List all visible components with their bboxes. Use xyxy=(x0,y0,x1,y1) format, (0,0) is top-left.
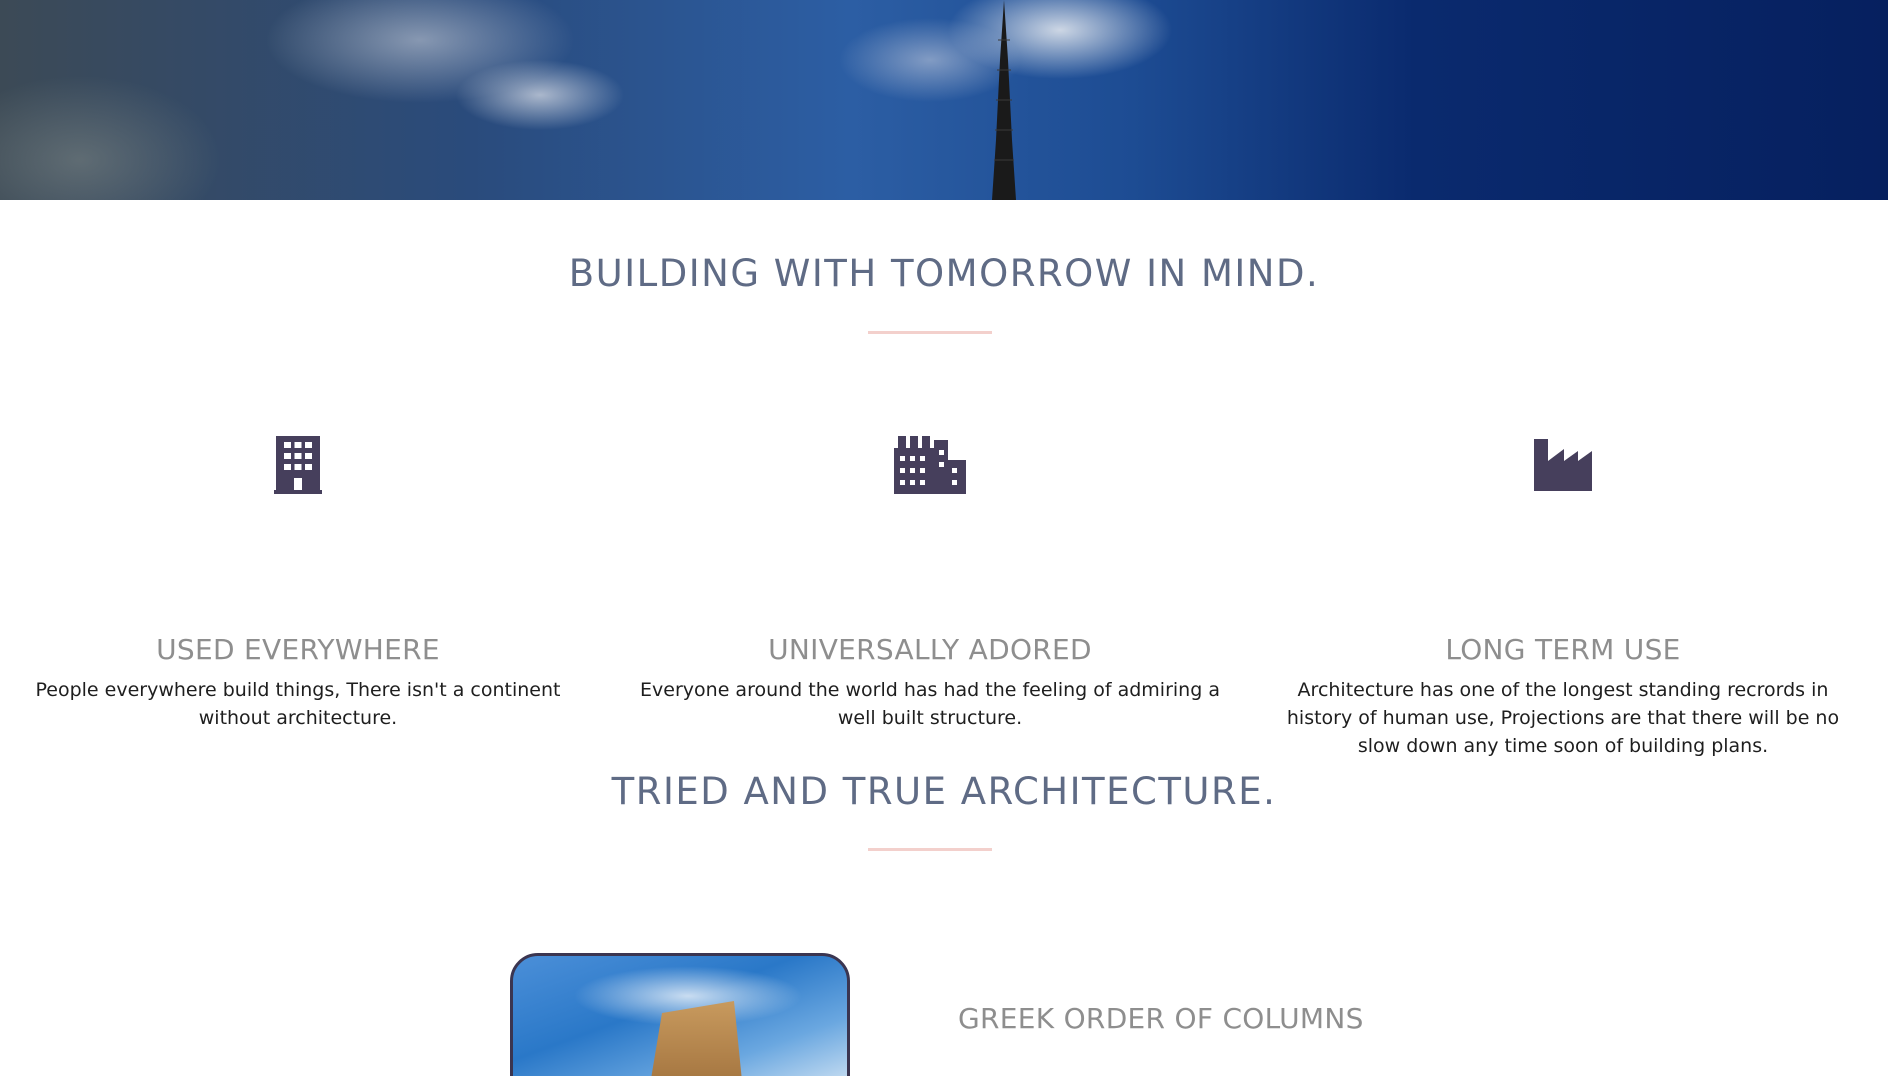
feature-used-everywhere: USED EVERYWHERE People everywhere build … xyxy=(0,430,596,732)
feature-text: Architecture has one of the longest stan… xyxy=(1286,679,1840,757)
spire-image xyxy=(992,0,1016,200)
page: BUILDING WITH TOMORROW IN MIND. USED EVE… xyxy=(0,0,1888,1076)
section-title-building: BUILDING WITH TOMORROW IN MIND. xyxy=(568,252,1320,295)
card-title: GREEK ORDER OF COLUMNS xyxy=(958,1002,1364,1035)
feature-universally-adored: UNIVERSALLY ADORED Everyone around the w… xyxy=(630,430,1230,732)
title-divider xyxy=(868,331,992,334)
city-icon xyxy=(894,436,966,494)
title-divider xyxy=(868,848,992,851)
greek-ruin-photo xyxy=(510,953,850,1076)
building-icon xyxy=(274,436,322,494)
section-title-architecture: TRIED AND TRUE ARCHITECTURE. xyxy=(611,770,1277,813)
feature-text: Everyone around the world has had the fe… xyxy=(640,679,1220,729)
feature-title: USED EVERYWHERE xyxy=(156,633,440,666)
feature-long-term-use: LONG TERM USE Architecture has one of th… xyxy=(1263,430,1863,760)
hero-image xyxy=(0,0,1888,200)
industry-icon xyxy=(1534,439,1592,491)
feature-title: UNIVERSALLY ADORED xyxy=(768,633,1092,666)
feature-title: LONG TERM USE xyxy=(1445,633,1681,666)
feature-text: People everywhere build things, There is… xyxy=(35,679,561,729)
